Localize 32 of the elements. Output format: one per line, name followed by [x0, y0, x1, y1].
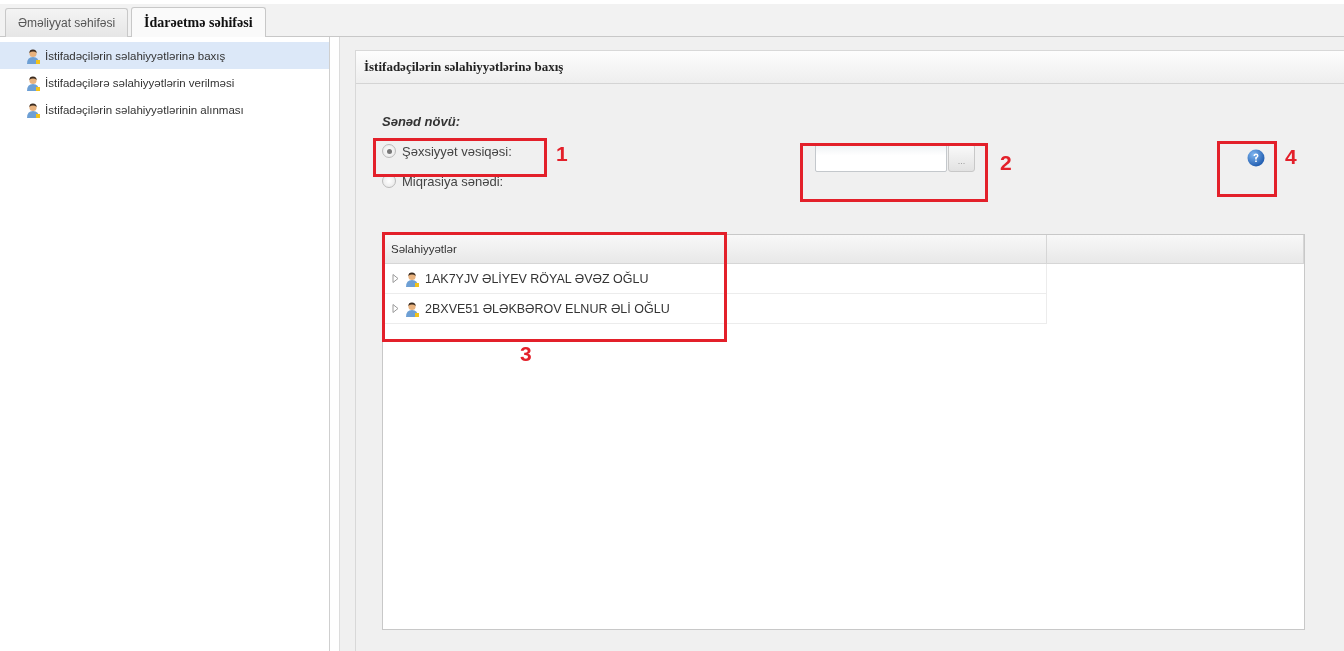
sidebar-item[interactable]: İstifadəçilərin səlahiyyətlərinə baxış — [0, 42, 329, 69]
sidebar-item-label: İstifadəçilərin səlahiyyətlərinin alınması — [45, 103, 244, 116]
sidebar-item-label: İstifadəçilərə səlahiyyətlərin verilməsi — [45, 76, 235, 89]
tree-row[interactable]: 2BXVE51 ƏLƏKBƏROV ELNUR ƏLİ OĞLU — [383, 294, 1047, 324]
panel-title: İstifadəçilərin səlahiyyətlərinə baxış — [356, 51, 1344, 84]
user-icon — [404, 300, 420, 317]
document-number-field[interactable] — [815, 144, 947, 172]
callout-number: 1 — [556, 142, 568, 166]
radio-label: Miqrasiya sənədi: — [402, 173, 504, 189]
user-label: 1AK7YJV ƏLİYEV RÖYAL ƏVƏZ OĞLU — [425, 271, 649, 286]
tab[interactable]: Əməliyyat səhifəsi — [5, 8, 129, 37]
callout-number: 4 — [1285, 145, 1297, 169]
radio-button[interactable] — [382, 144, 396, 158]
user-icon — [404, 270, 420, 287]
sidebar-item[interactable]: İstifadəçilərin səlahiyyətlərinin alınması — [0, 96, 329, 123]
radio-label: Şəxsiyyət vəsiqəsi: — [402, 143, 512, 159]
user-icon — [25, 47, 41, 64]
expander-icon[interactable] — [392, 304, 399, 313]
user-icon — [25, 74, 41, 91]
document-type-label: Sənəd növü: — [382, 114, 461, 129]
sidebar-item-label: İstifadəçilərin səlahiyyətlərinə baxış — [45, 49, 226, 62]
user-label: 2BXVE51 ƏLƏKBƏROV ELNUR ƏLİ OĞLU — [425, 301, 670, 316]
callout-frame — [1217, 141, 1277, 197]
column-header: Səlahiyyətlər — [383, 235, 1047, 263]
help-icon[interactable] — [1247, 149, 1265, 167]
tab[interactable]: İdarəetmə səhifəsi — [131, 7, 266, 37]
user-icon — [25, 101, 41, 118]
callout-number: 3 — [520, 342, 532, 366]
expander-icon[interactable] — [392, 274, 399, 283]
tree-row[interactable]: 1AK7YJV ƏLİYEV RÖYAL ƏVƏZ OĞLU — [383, 264, 1047, 294]
callout-number: 2 — [1000, 151, 1012, 175]
sidebar-item[interactable]: İstifadəçilərə səlahiyyətlərin verilməsi — [0, 69, 329, 96]
